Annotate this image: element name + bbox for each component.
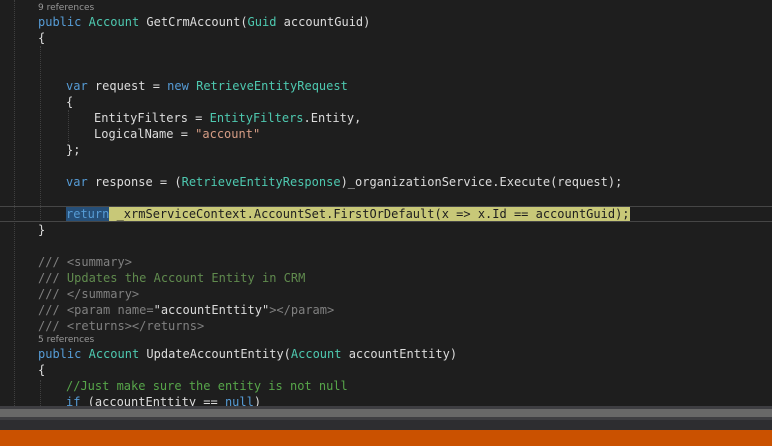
selected-keyword: return bbox=[66, 207, 110, 221]
status-bar bbox=[0, 430, 772, 446]
type-token: Account bbox=[88, 347, 140, 361]
code-editor[interactable]: 9 references public Account GetCrmAccoun… bbox=[0, 0, 772, 406]
doc-comment-tag: ></param> bbox=[269, 303, 335, 317]
type-token: RetrieveEntityResponse bbox=[181, 175, 341, 189]
keyword-token: new bbox=[167, 79, 189, 93]
type-token: EntityFilters bbox=[209, 111, 304, 125]
code-line-current[interactable]: return _xrmServiceContext.AccountSet.Fir… bbox=[0, 206, 772, 222]
editor-bottom-panel bbox=[0, 420, 772, 430]
code-line[interactable]: { bbox=[0, 362, 772, 378]
code-text: (accountEnttity == bbox=[80, 395, 225, 406]
code-line[interactable]: //Just make sure the entity is not null bbox=[0, 378, 772, 394]
code-text: } bbox=[38, 223, 46, 237]
code-line[interactable]: { bbox=[0, 94, 772, 110]
code-line[interactable]: /// <summary> bbox=[0, 254, 772, 270]
code-text: ) bbox=[253, 395, 262, 406]
codelens-references[interactable]: 5 references bbox=[38, 334, 94, 346]
code-line[interactable]: /// Updates the Account Entity in CRM bbox=[0, 270, 772, 286]
horizontal-scrollbar[interactable] bbox=[0, 406, 772, 420]
keyword-token: var bbox=[66, 79, 88, 93]
comment-token: //Just make sure the entity is not null bbox=[66, 379, 348, 393]
code-text: response = ( bbox=[87, 175, 182, 189]
doc-comment-prefix: /// bbox=[38, 271, 67, 285]
code-line[interactable]: if (accountEnttity == null) bbox=[0, 394, 772, 406]
doc-comment-attr-value: "accountEnttity" bbox=[153, 303, 270, 317]
code-line[interactable]: /// <param name="accountEnttity"></param… bbox=[0, 302, 772, 318]
code-line[interactable]: public Account GetCrmAccount(Guid accoun… bbox=[0, 14, 772, 30]
type-token: Account bbox=[290, 347, 342, 361]
code-line[interactable]: }; bbox=[0, 142, 772, 158]
type-token: Account bbox=[88, 15, 140, 29]
code-text: { bbox=[38, 31, 46, 45]
doc-comment-prefix: /// bbox=[38, 319, 67, 333]
code-text: UpdateAccountEntity( bbox=[139, 347, 291, 361]
highlighted-statement: _xrmServiceContext.AccountSet.FirstOrDef… bbox=[109, 207, 630, 221]
type-token: RetrieveEntityRequest bbox=[196, 79, 348, 93]
keyword-token: var bbox=[66, 175, 88, 189]
code-text: accountGuid) bbox=[276, 15, 371, 29]
code-text: .Entity, bbox=[303, 111, 362, 125]
scrollbar-thumb[interactable] bbox=[0, 409, 772, 417]
doc-comment-prefix: /// bbox=[38, 303, 67, 317]
doc-comment-tag: <param bbox=[66, 303, 118, 317]
code-text: { bbox=[66, 95, 74, 109]
keyword-token: public bbox=[38, 15, 82, 29]
code-text: { bbox=[38, 363, 46, 377]
code-text: LogicalName = bbox=[94, 127, 196, 141]
code-line[interactable]: } bbox=[0, 222, 772, 238]
code-line[interactable]: /// <returns></returns> bbox=[0, 318, 772, 334]
type-token: Guid bbox=[247, 15, 277, 29]
code-line[interactable]: var response = (RetrieveEntityResponse)_… bbox=[0, 174, 772, 190]
code-line[interactable]: /// </summary> bbox=[0, 286, 772, 302]
doc-comment-attr: name= bbox=[117, 303, 154, 317]
code-line[interactable]: LogicalName = "account" bbox=[0, 126, 772, 142]
codelens-references[interactable]: 9 references bbox=[38, 2, 94, 14]
keyword-token: null bbox=[224, 395, 254, 406]
keyword-token: if bbox=[66, 395, 81, 406]
code-line[interactable]: EntityFilters = EntityFilters.Entity, bbox=[0, 110, 772, 126]
doc-comment-prefix: /// bbox=[38, 255, 67, 269]
doc-comment-prefix: /// bbox=[38, 287, 67, 301]
code-text: }; bbox=[66, 143, 81, 157]
doc-comment-tag: </summary> bbox=[66, 287, 140, 301]
code-line[interactable]: { bbox=[0, 30, 772, 46]
doc-comment-text: Updates the Account Entity in CRM bbox=[66, 271, 306, 285]
code-text: request = bbox=[87, 79, 168, 93]
code-text: EntityFilters = bbox=[94, 111, 210, 125]
code-text: )_organizationService.Execute(request); bbox=[340, 175, 623, 189]
doc-comment-tag: <returns></returns> bbox=[66, 319, 205, 333]
string-token: "account" bbox=[195, 127, 261, 141]
doc-comment-tag: <summary> bbox=[66, 255, 132, 269]
code-text: accountEnttity) bbox=[341, 347, 458, 361]
code-text: GetCrmAccount( bbox=[139, 15, 248, 29]
code-line[interactable]: var request = new RetrieveEntityRequest bbox=[0, 78, 772, 94]
keyword-token: public bbox=[38, 347, 82, 361]
code-line[interactable]: public Account UpdateAccountEntity(Accou… bbox=[0, 346, 772, 362]
